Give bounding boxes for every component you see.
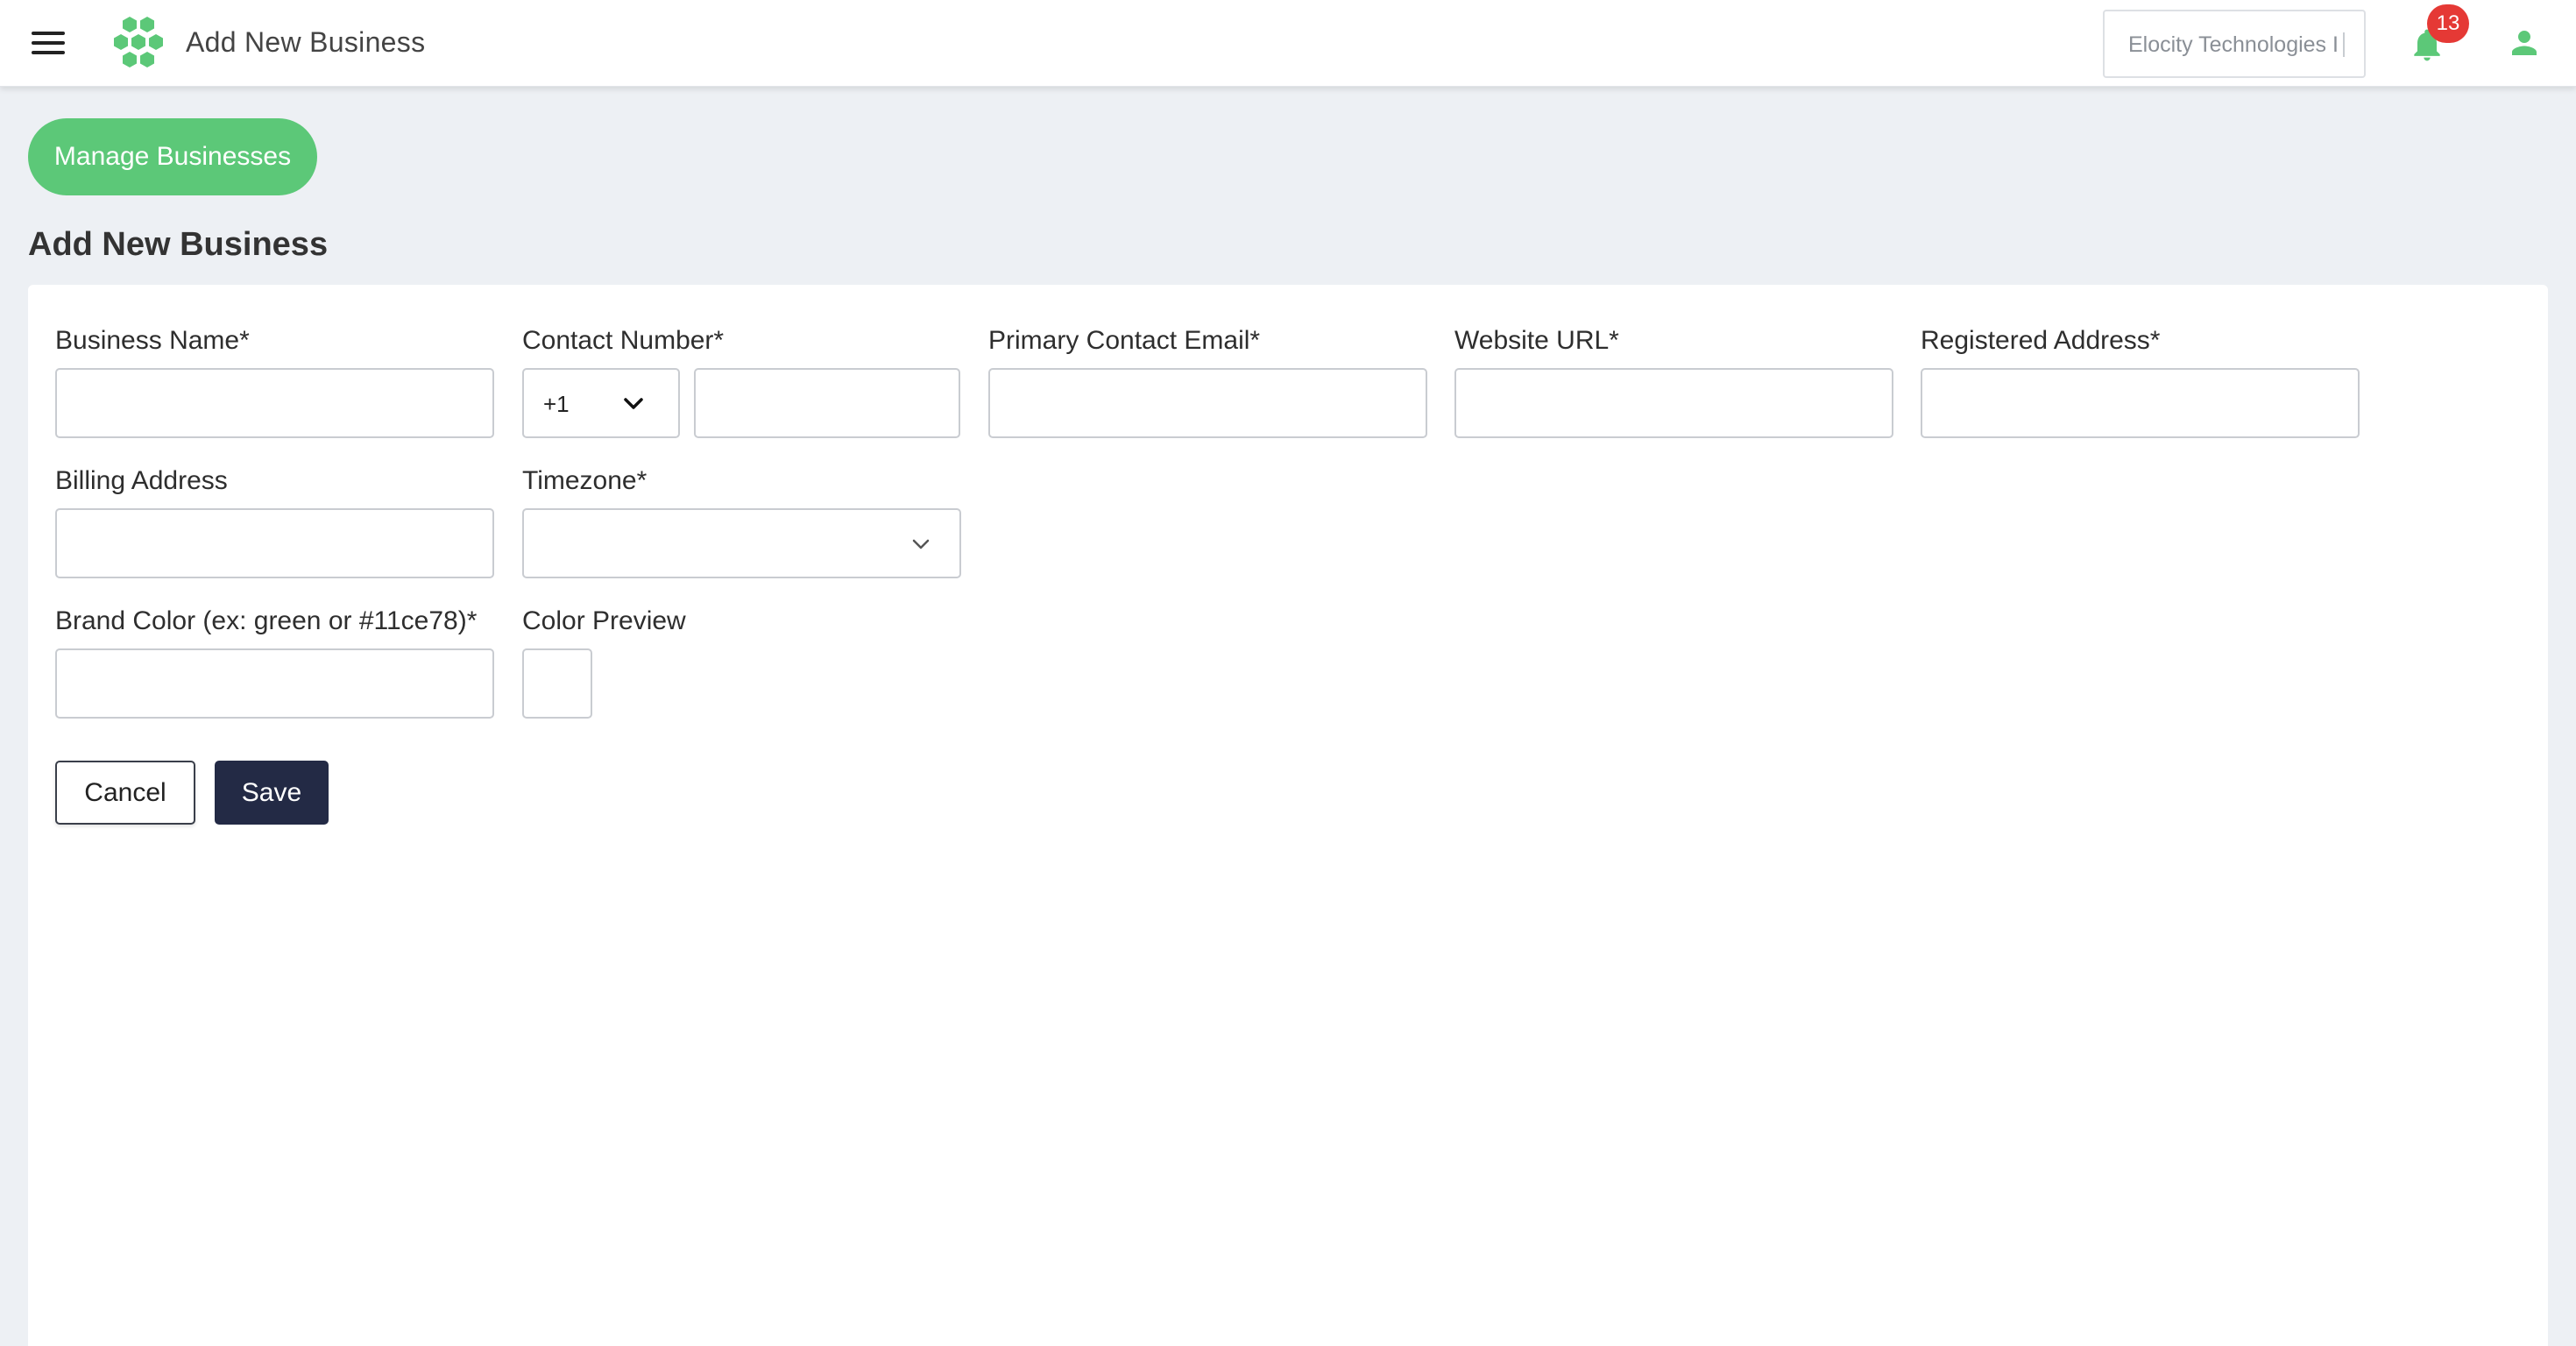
timezone-label: Timezone* bbox=[522, 466, 648, 495]
primary-email-input[interactable] bbox=[988, 368, 1427, 438]
organization-selector[interactable]: Elocity Technologies I bbox=[2103, 10, 2366, 78]
country-code-select[interactable]: +1 bbox=[522, 368, 680, 438]
timezone-select[interactable] bbox=[522, 508, 961, 578]
registered-address-input[interactable] bbox=[1921, 368, 2360, 438]
primary-email-label: Primary Contact Email* bbox=[988, 326, 1261, 355]
top-bar: Add New Business Elocity Technologies I … bbox=[0, 0, 2576, 87]
organization-name: Elocity Technologies I bbox=[2128, 32, 2339, 57]
notification-badge[interactable]: 13 bbox=[2427, 4, 2469, 43]
user-icon[interactable] bbox=[2506, 25, 2543, 61]
hamburger-icon[interactable] bbox=[32, 30, 65, 56]
chevron-down-icon bbox=[624, 398, 643, 409]
registered-address-label: Registered Address* bbox=[1921, 326, 2161, 355]
business-name-label: Business Name* bbox=[55, 326, 250, 355]
country-code-value: +1 bbox=[543, 391, 570, 417]
cancel-button[interactable]: Cancel bbox=[55, 761, 195, 825]
color-preview-swatch bbox=[522, 648, 592, 719]
business-name-input[interactable] bbox=[55, 368, 494, 438]
save-button[interactable]: Save bbox=[215, 761, 329, 825]
website-url-label: Website URL* bbox=[1454, 326, 1619, 355]
chevron-down-icon bbox=[912, 539, 930, 549]
contact-number-label: Contact Number* bbox=[522, 326, 725, 355]
billing-address-label: Billing Address bbox=[55, 466, 228, 495]
app-title: Add New Business bbox=[186, 26, 426, 58]
contact-number-input[interactable] bbox=[694, 368, 960, 438]
brand-color-label: Brand Color (ex: green or #11ce78)* bbox=[55, 606, 478, 635]
form-card: Business Name* Contact Number* +1 Primar… bbox=[28, 285, 2548, 1346]
color-preview-label: Color Preview bbox=[522, 606, 686, 635]
brand-color-input[interactable] bbox=[55, 648, 494, 719]
text-cursor bbox=[2343, 32, 2345, 57]
page-title: Add New Business bbox=[28, 226, 329, 263]
hexagon-cluster-logo bbox=[114, 17, 163, 67]
website-url-input[interactable] bbox=[1454, 368, 1893, 438]
manage-businesses-button[interactable]: Manage Businesses bbox=[28, 118, 317, 195]
billing-address-input[interactable] bbox=[55, 508, 494, 578]
